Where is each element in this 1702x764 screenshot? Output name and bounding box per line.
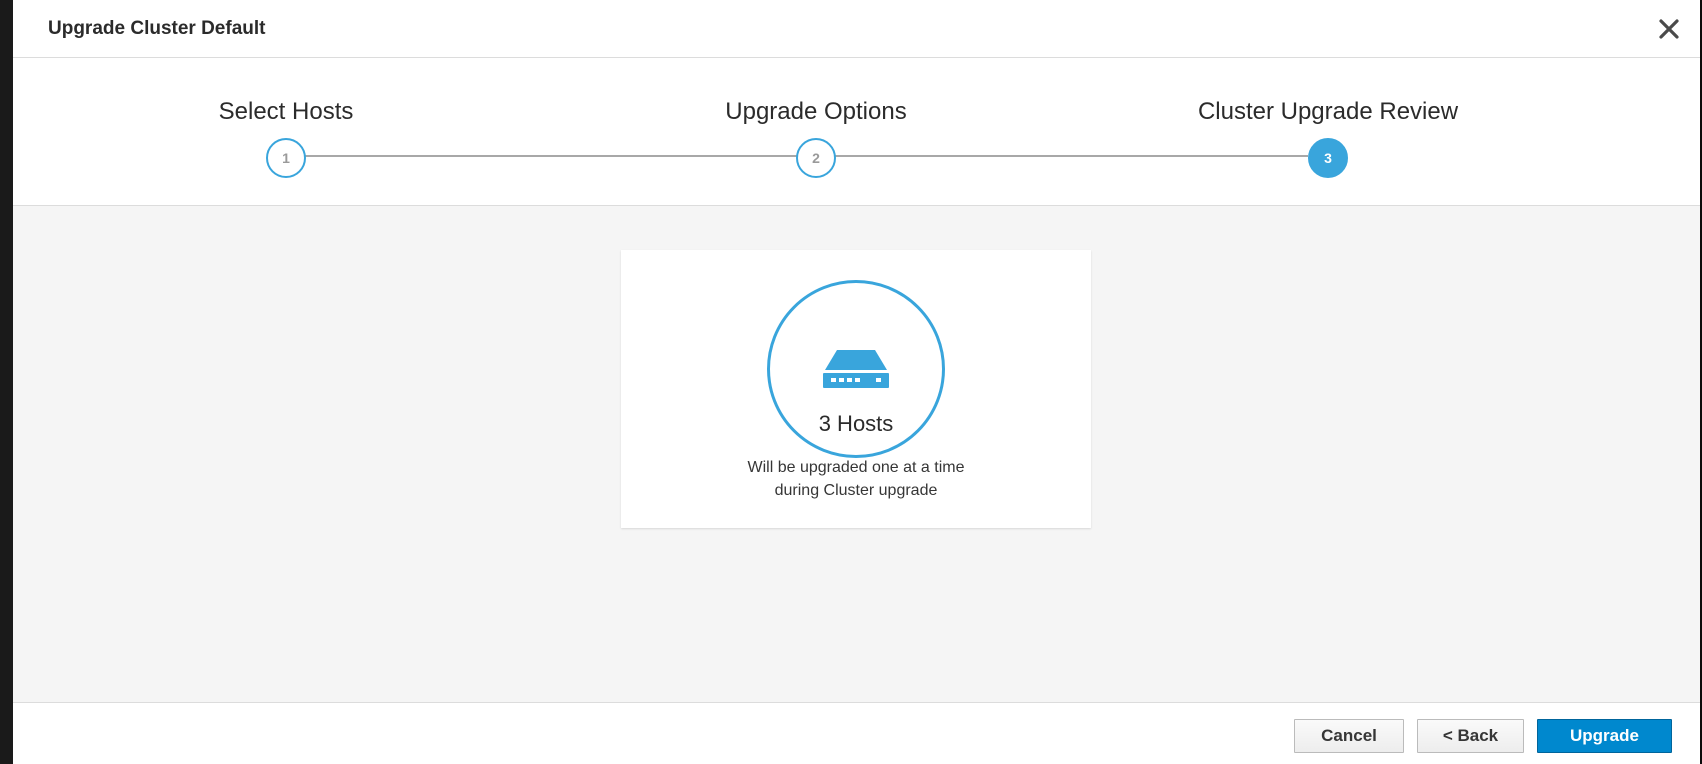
close-button[interactable] — [1652, 12, 1686, 46]
cancel-button[interactable]: Cancel — [1294, 719, 1404, 753]
step-label: Cluster Upgrade Review — [1197, 98, 1459, 125]
step-number-circle-active[interactable]: 3 — [1308, 138, 1348, 178]
host-count: 3 Hosts — [818, 411, 894, 436]
step-number-circle[interactable]: 1 — [266, 138, 306, 178]
wizard-step-cluster-upgrade-review[interactable]: Cluster Upgrade Review 3 — [1118, 58, 1538, 206]
step-number-circle[interactable]: 2 — [796, 138, 836, 178]
description-line: Will be upgraded one at a time — [747, 459, 965, 476]
wizard-step-upgrade-options[interactable]: Upgrade Options 2 — [606, 58, 1026, 206]
step-label: Upgrade Options — [725, 98, 907, 125]
wizard-steps: Select Hosts 1 Upgrade Options 2 Cluster… — [13, 58, 1700, 206]
close-icon — [1659, 19, 1679, 39]
modal-footer: Cancel < Back Upgrade — [13, 702, 1700, 764]
description-line: during Cluster upgrade — [774, 482, 938, 499]
host-upgrade-description: Will be upgraded one at a time during Cl… — [621, 456, 1091, 502]
back-button[interactable]: < Back — [1417, 719, 1524, 753]
hosts-review-card: 3 Hosts Will be upgraded one at a time d… — [621, 250, 1091, 528]
modal-body: 3 Hosts Will be upgraded one at a time d… — [13, 206, 1700, 702]
upgrade-button[interactable]: Upgrade — [1537, 719, 1672, 753]
server-icon — [823, 350, 889, 388]
modal-title: Upgrade Cluster Default — [48, 18, 266, 39]
wizard-step-select-hosts[interactable]: Select Hosts 1 — [76, 58, 496, 206]
upgrade-cluster-modal: Upgrade Cluster Default Select Hosts 1 U… — [13, 0, 1702, 764]
step-label: Select Hosts — [218, 98, 354, 125]
modal-header: Upgrade Cluster Default — [13, 0, 1700, 58]
